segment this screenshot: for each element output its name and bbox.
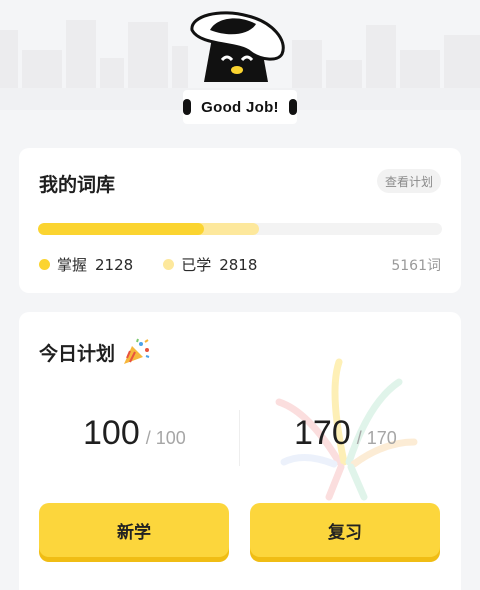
review-button[interactable]: 复习: [250, 503, 440, 557]
review-done-count: 170: [294, 414, 351, 452]
new-words-stat: 100 / 100: [83, 414, 186, 453]
stat-divider: [239, 410, 240, 466]
mastered-progress-fill: [38, 223, 204, 235]
learn-new-button[interactable]: 新学: [39, 503, 229, 557]
learned-label: 已学: [181, 256, 212, 274]
mastered-label: 掌握: [57, 256, 88, 274]
mastered-count: 2128: [95, 255, 134, 274]
learned-count: 2818: [219, 255, 258, 274]
party-popper-icon: [124, 338, 150, 364]
mastered-dot-icon: [39, 259, 50, 270]
today-plan-card: 今日计划 100 / 100 170 / 170 新学 复习: [19, 312, 461, 590]
progress-legend: 掌握 2128 已学 2818: [39, 254, 287, 275]
view-plan-button[interactable]: 查看计划: [376, 169, 441, 193]
word-library-card: 我的词库 查看计划 掌握 2128 已学 2818 5161词: [19, 148, 461, 293]
legend-learned: 已学 2818: [163, 254, 257, 275]
new-done-count: 100: [83, 414, 140, 452]
plan-title-text: 今日计划: [39, 342, 116, 365]
hat-mascot-icon: [190, 11, 285, 82]
plan-title: 今日计划: [39, 338, 151, 366]
library-progress-bar: [38, 223, 442, 235]
total-word-count: 5161词: [391, 258, 441, 274]
banner-text: Good Job!: [201, 98, 279, 116]
legend-mastered: 掌握 2128: [39, 254, 133, 275]
new-total-count: / 100: [145, 428, 186, 448]
good-job-banner: Good Job!: [183, 90, 297, 124]
library-title: 我的词库: [39, 174, 116, 196]
header-illustration: Good Job!: [0, 0, 480, 140]
review-words-stat: 170 / 170: [294, 414, 397, 453]
review-total-count: / 170: [356, 428, 397, 448]
learned-dot-icon: [163, 259, 175, 270]
